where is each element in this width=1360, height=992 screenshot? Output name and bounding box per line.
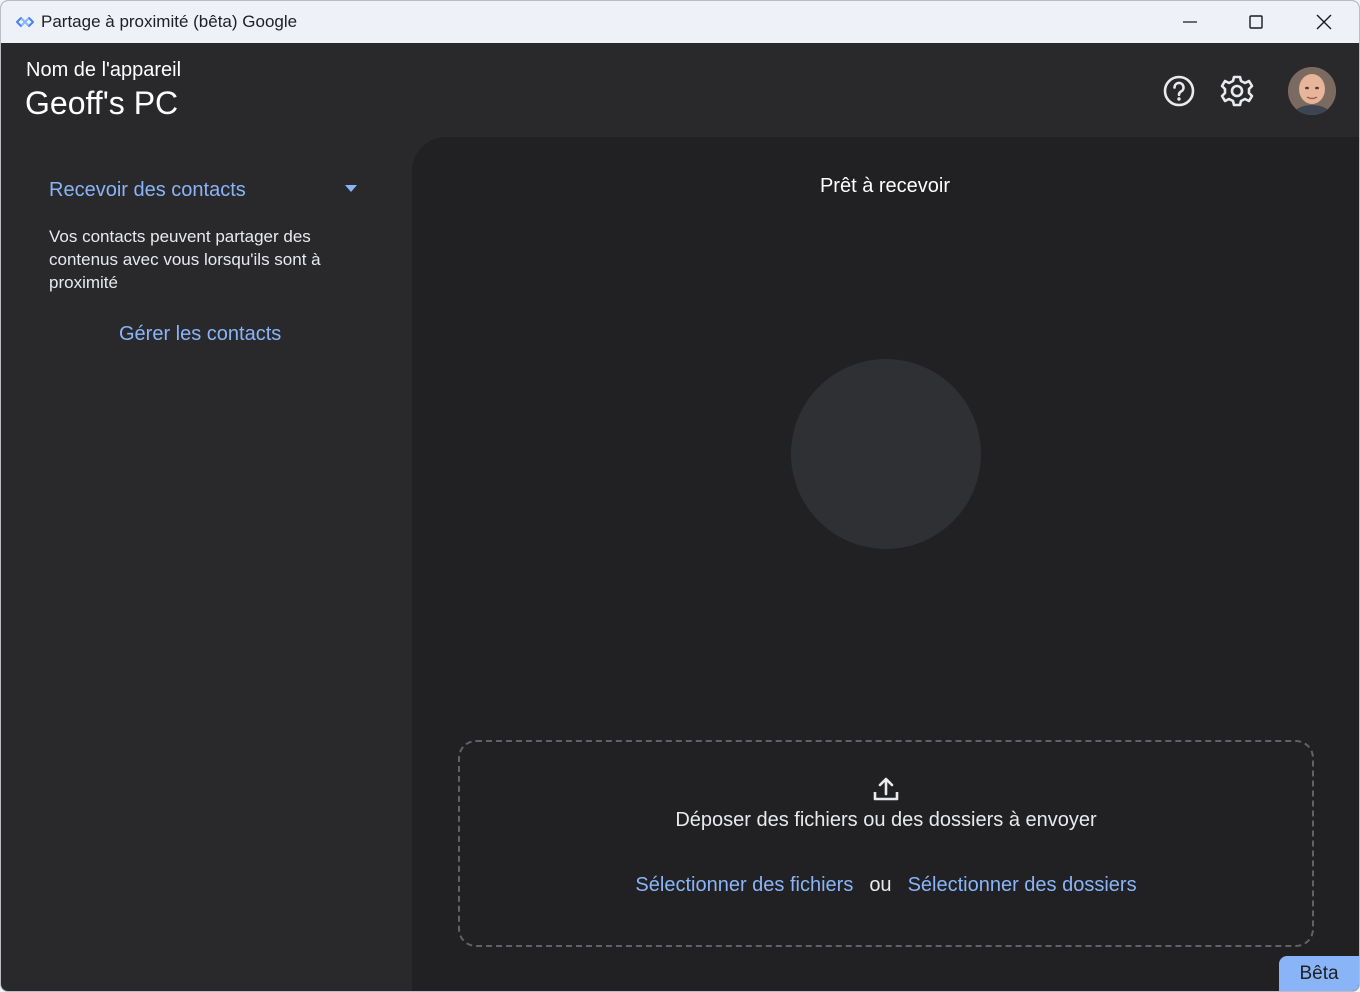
select-row: Sélectionner des fichiers ou Sélectionner … xyxy=(460,874,1312,897)
device-name: Geoff's PC xyxy=(25,85,179,121)
caret-down-icon xyxy=(345,185,357,192)
settings-button[interactable] xyxy=(1215,69,1259,113)
window-title: Partage à proximité (bêta) Google xyxy=(41,12,298,31)
title-bar[interactable]: Partage à proximité (bêta) Google xyxy=(1,1,1359,43)
or-separator: ou xyxy=(869,874,892,896)
drop-zone[interactable]: Déposer des fichiers ou des dossiers à e… xyxy=(458,740,1314,947)
drop-instructions: Déposer des fichiers ou des dossiers à e… xyxy=(675,809,1097,831)
select-files-link[interactable]: Sélectionner des fichiers xyxy=(635,874,853,896)
visibility-dropdown[interactable]: Recevoir des contacts xyxy=(49,177,365,207)
minimize-button[interactable] xyxy=(1157,1,1223,43)
beta-badge: Bêta xyxy=(1279,956,1359,991)
maximize-icon xyxy=(1249,15,1263,29)
nearby-share-icon xyxy=(16,17,34,27)
help-button[interactable] xyxy=(1157,69,1201,113)
visibility-label: Recevoir des contacts xyxy=(49,179,246,201)
maximize-button[interactable] xyxy=(1223,1,1289,43)
close-button[interactable] xyxy=(1291,1,1357,43)
visibility-description: Vos contacts peuvent partager des conten… xyxy=(49,227,321,292)
device-name-label: Nom de l'appareil xyxy=(26,59,182,81)
gear-icon xyxy=(1220,75,1254,107)
receive-panel: Prêt à recevoir Déposer des fichiers ou … xyxy=(412,137,1359,991)
minimize-icon xyxy=(1183,21,1197,23)
help-circle-icon xyxy=(1163,75,1195,107)
app-window: Partage à proximité (bêta) Google Nom de… xyxy=(0,0,1360,992)
manage-contacts-link[interactable]: Gérer les contacts xyxy=(119,323,281,346)
device-placeholder-circle xyxy=(791,359,981,549)
close-icon xyxy=(1316,14,1332,30)
status-text: Prêt à recevoir xyxy=(819,175,951,197)
user-avatar[interactable] xyxy=(1288,67,1336,115)
avatar-image xyxy=(1288,67,1336,115)
select-folders-link[interactable]: Sélectionner des dossiers xyxy=(908,874,1137,896)
upload-icon xyxy=(873,777,899,801)
